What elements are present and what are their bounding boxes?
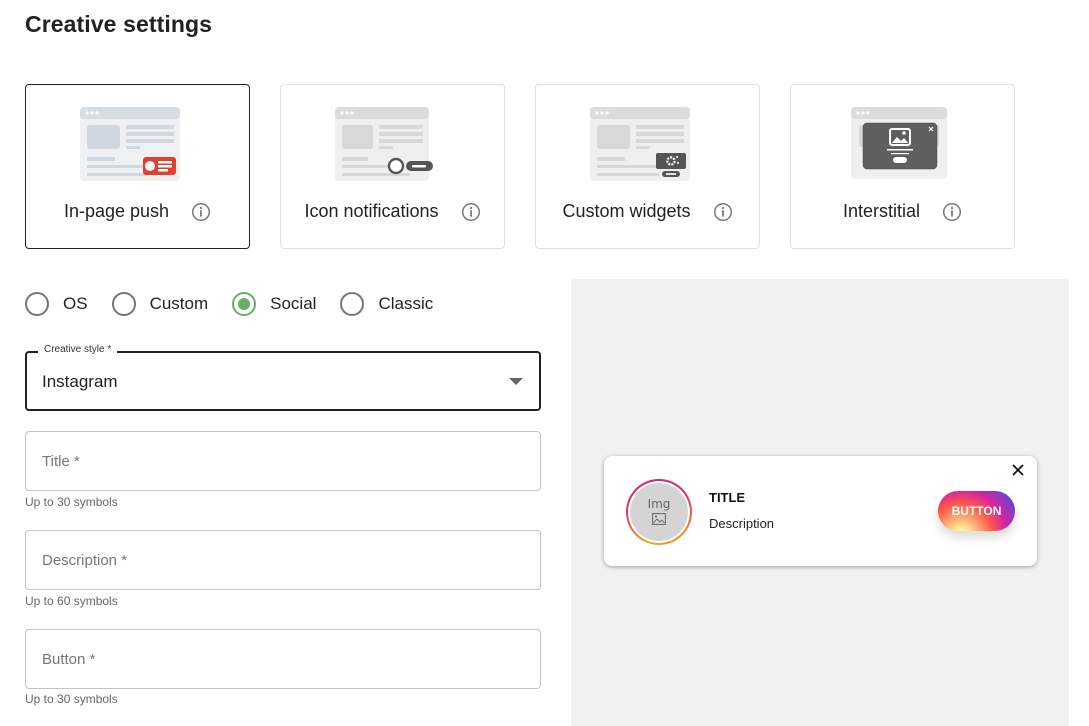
- radio-label: Social: [270, 294, 317, 313]
- title-helper-text: Up to 30 symbols: [25, 495, 118, 509]
- page-title: Creative settings: [25, 11, 213, 37]
- radio-classic[interactable]: Classic: [340, 292, 433, 316]
- preview-image-placeholder: Img: [630, 483, 688, 541]
- radio-button[interactable]: [25, 292, 49, 316]
- image-icon: [652, 513, 666, 525]
- description-input[interactable]: [26, 531, 540, 589]
- info-icon[interactable]: [942, 202, 962, 222]
- radio-button[interactable]: [340, 292, 365, 316]
- radio-button[interactable]: [232, 292, 257, 316]
- in-page-push-illustration: [79, 107, 180, 181]
- creative-type-cards: In-page push Icon notifications Custom w…: [25, 84, 1015, 249]
- notification-style-radio-group: OS Custom Social Classic: [25, 292, 457, 316]
- info-icon[interactable]: [191, 202, 211, 222]
- custom-widgets-illustration: [589, 107, 690, 181]
- interstitial-illustration: [850, 107, 947, 179]
- preview-image-ring: Img: [626, 479, 692, 545]
- creative-type-label: Custom widgets: [562, 201, 691, 221]
- radio-label: Custom: [149, 294, 209, 313]
- info-icon[interactable]: [461, 202, 481, 222]
- description-field[interactable]: [25, 530, 541, 590]
- title-input[interactable]: [26, 432, 540, 490]
- radio-social[interactable]: Social: [232, 292, 316, 316]
- close-icon[interactable]: [1011, 463, 1025, 477]
- radio-label: Classic: [378, 294, 434, 313]
- creative-type-label: Icon notifications: [304, 201, 439, 221]
- creative-style-label: Creative style *: [38, 344, 118, 355]
- chevron-down-icon[interactable]: [509, 378, 523, 385]
- radio-os[interactable]: OS: [25, 292, 88, 316]
- preview-image-text: Img: [647, 497, 671, 511]
- preview-cta-button[interactable]: BUTTON: [938, 491, 1015, 531]
- button-input[interactable]: [26, 630, 540, 688]
- title-field[interactable]: [25, 431, 541, 491]
- creative-type-label: Interstitial: [842, 201, 921, 221]
- description-helper-text: Up to 60 symbols: [25, 594, 118, 608]
- creative-type-label: In-page push: [63, 201, 170, 221]
- radio-button[interactable]: [111, 292, 136, 316]
- preview-description: Description: [709, 516, 775, 531]
- icon-notifications-illustration: [334, 107, 433, 181]
- creative-type-custom-widgets[interactable]: Custom widgets: [535, 84, 760, 249]
- radio-custom[interactable]: Custom: [111, 292, 209, 316]
- creative-style-value: Instagram: [42, 372, 118, 391]
- preview-title: TITLE: [709, 490, 746, 505]
- creative-style-select[interactable]: Creative style * Instagram: [25, 344, 541, 411]
- creative-type-interstitial[interactable]: Interstitial: [790, 84, 1015, 249]
- notification-preview: Img TITLE Description BUTTON: [604, 456, 1037, 566]
- creative-type-icon-notifications[interactable]: Icon notifications: [280, 84, 505, 249]
- radio-label: OS: [63, 294, 88, 313]
- button-field[interactable]: [25, 629, 541, 689]
- creative-type-in-page-push[interactable]: In-page push: [25, 84, 250, 249]
- info-icon[interactable]: [713, 202, 733, 222]
- button-helper-text: Up to 30 symbols: [25, 692, 118, 706]
